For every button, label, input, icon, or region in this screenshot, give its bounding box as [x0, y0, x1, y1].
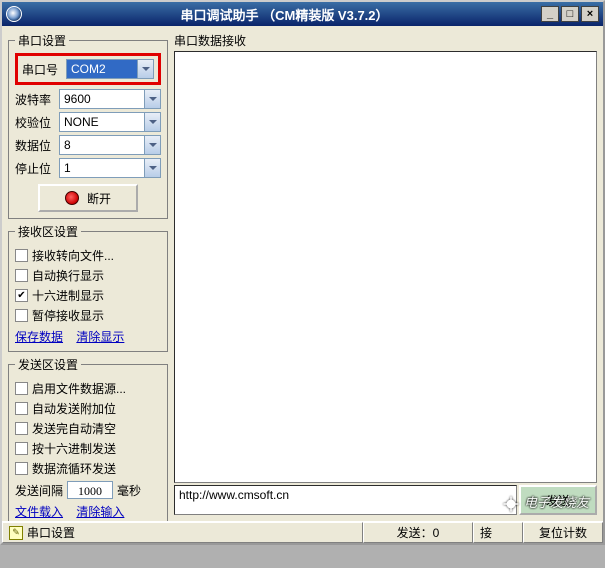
chevron-down-icon[interactable]	[144, 136, 160, 154]
port-settings-legend: 串口设置	[15, 32, 69, 49]
port-settings-group: 串口设置 串口号 COM2 波特率 9600 校验位	[8, 32, 168, 219]
save-data-link[interactable]: 保存数据	[15, 330, 63, 344]
checkbox[interactable]	[15, 422, 28, 435]
body: 串口设置 串口号 COM2 波特率 9600 校验位	[2, 26, 603, 521]
checkbox[interactable]	[15, 382, 28, 395]
status-icon: ✎	[9, 526, 23, 540]
port-value: COM2	[67, 60, 137, 78]
baud-value: 9600	[60, 90, 144, 108]
checkbox[interactable]	[15, 402, 28, 415]
close-button[interactable]: ×	[581, 6, 599, 22]
status-main: ✎ 串口设置	[2, 522, 363, 543]
minimize-button[interactable]: _	[541, 6, 559, 22]
send-input[interactable]: http://www.cmsoft.cn	[174, 485, 517, 515]
databits-value: 8	[60, 136, 144, 154]
titlebar: 串口调试助手 （CM精装版 V3.7.2） _ □ ×	[2, 2, 603, 26]
checkbox[interactable]	[15, 269, 28, 282]
record-icon	[65, 191, 79, 205]
window-title: 串口调试助手 （CM精装版 V3.7.2）	[28, 5, 541, 24]
chevron-down-icon[interactable]	[144, 159, 160, 177]
maximize-button[interactable]: □	[561, 6, 579, 22]
stopbits-value: 1	[60, 159, 144, 177]
interval-input[interactable]: 1000	[67, 481, 113, 499]
load-file-link[interactable]: 文件载入	[15, 505, 63, 519]
disconnect-label: 断开	[87, 190, 111, 207]
status-recv: 接	[473, 522, 523, 543]
recv-area-legend: 串口数据接收	[174, 32, 597, 49]
interval-unit: 毫秒	[117, 482, 141, 499]
checkbox[interactable]	[15, 249, 28, 262]
window-controls: _ □ ×	[541, 6, 599, 22]
send-button[interactable]: 发送	[519, 485, 597, 515]
left-panel: 串口设置 串口号 COM2 波特率 9600 校验位	[8, 32, 168, 515]
auto-wrap-label: 自动换行显示	[32, 267, 104, 284]
parity-value: NONE	[60, 113, 144, 131]
baud-label: 波特率	[15, 91, 59, 108]
status-sent: 发送：0	[363, 522, 473, 543]
parity-combo[interactable]: NONE	[59, 112, 161, 132]
chevron-down-icon[interactable]	[144, 113, 160, 131]
stopbits-combo[interactable]: 1	[59, 158, 161, 178]
checkbox[interactable]	[15, 442, 28, 455]
auto-clear-label: 发送完自动清空	[32, 420, 116, 437]
pause-recv-label: 暂停接收显示	[32, 307, 104, 324]
clear-input-link[interactable]: 清除输入	[76, 505, 124, 519]
loop-send-label: 数据流循环发送	[32, 460, 116, 477]
disconnect-button[interactable]: 断开	[38, 184, 138, 212]
send-settings-legend: 发送区设置	[15, 356, 81, 373]
app-window: 串口调试助手 （CM精装版 V3.7.2） _ □ × 串口设置 串口号 COM…	[0, 0, 605, 545]
interval-label: 发送间隔	[15, 482, 63, 499]
send-settings-group: 发送区设置 启用文件数据源... 自动发送附加位 发送完自动清空 按十六进制发送…	[8, 356, 168, 527]
clear-display-link[interactable]: 清除显示	[76, 330, 124, 344]
chevron-down-icon[interactable]	[137, 60, 153, 78]
reset-counter-button[interactable]: 复位计数	[523, 522, 603, 543]
right-panel: 串口数据接收 http://www.cmsoft.cn 发送	[174, 32, 597, 515]
statusbar: ✎ 串口设置 发送：0 接 复位计数	[2, 521, 603, 543]
baud-combo[interactable]: 9600	[59, 89, 161, 109]
parity-label: 校验位	[15, 114, 59, 131]
checkbox[interactable]	[15, 309, 28, 322]
recv-to-file-label: 接收转向文件...	[32, 247, 114, 264]
recv-settings-legend: 接收区设置	[15, 223, 81, 240]
receive-textarea[interactable]	[174, 51, 597, 483]
hex-display-label: 十六进制显示	[32, 287, 104, 304]
recv-settings-group: 接收区设置 接收转向文件... 自动换行显示 ✔ 十六进制显示 暂停接收显示 保存…	[8, 223, 168, 352]
databits-label: 数据位	[15, 137, 59, 154]
databits-combo[interactable]: 8	[59, 135, 161, 155]
checkbox[interactable]: ✔	[15, 289, 28, 302]
hex-send-label: 按十六进制发送	[32, 440, 116, 457]
file-source-label: 启用文件数据源...	[32, 380, 126, 397]
port-combo[interactable]: COM2	[66, 59, 154, 79]
app-icon	[6, 6, 22, 22]
chevron-down-icon[interactable]	[144, 90, 160, 108]
stopbits-label: 停止位	[15, 160, 59, 177]
checkbox[interactable]	[15, 462, 28, 475]
port-label: 串口号	[22, 61, 66, 78]
auto-append-label: 自动发送附加位	[32, 400, 116, 417]
port-highlight: 串口号 COM2	[15, 53, 161, 85]
